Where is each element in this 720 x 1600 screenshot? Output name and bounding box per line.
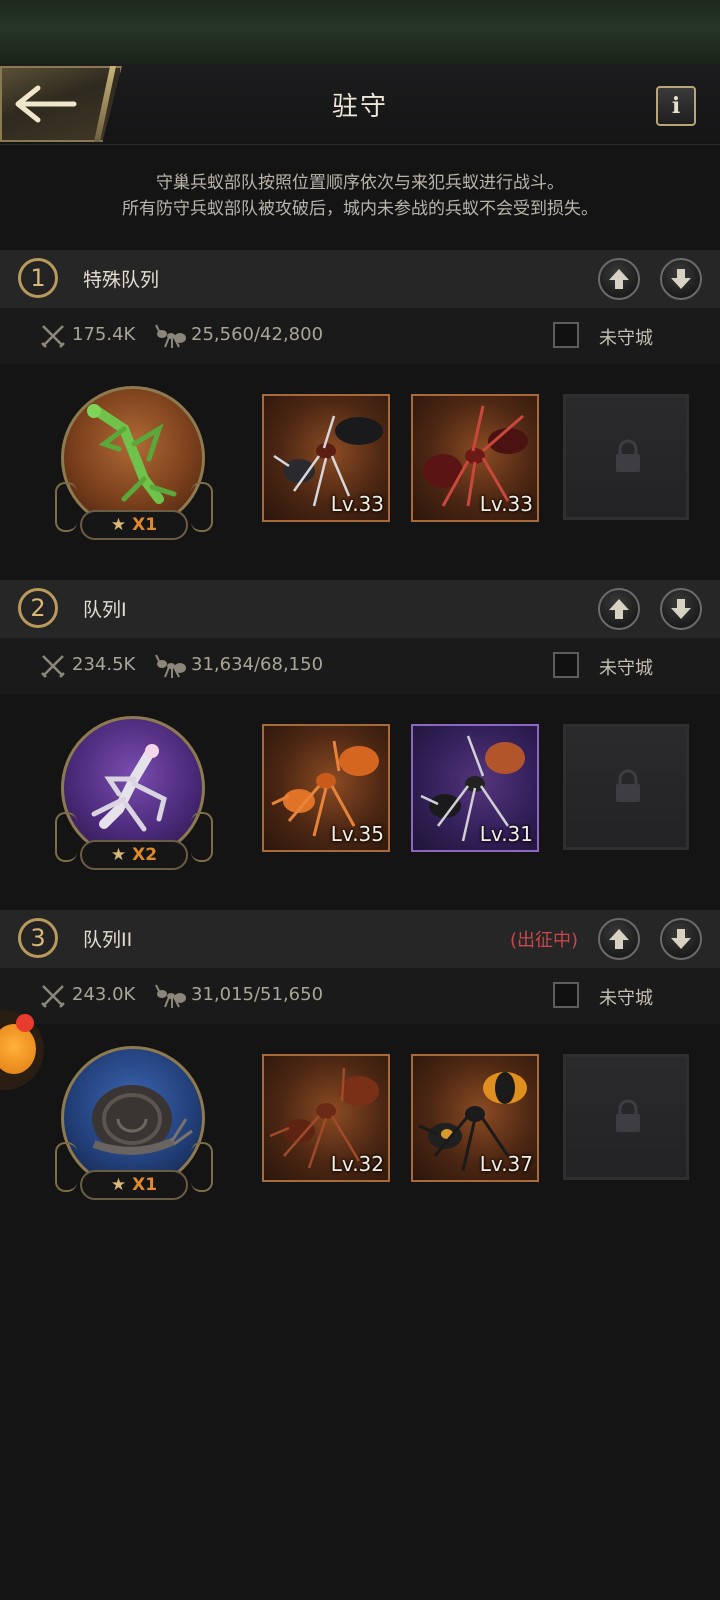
- star-badge: ★ X1: [80, 1170, 188, 1200]
- arrow-left-icon: [15, 85, 77, 123]
- power-value: 243.0K: [72, 984, 136, 1005]
- pet-avatar-icon: [0, 1024, 36, 1074]
- frame-ornament: [191, 1142, 213, 1192]
- squad-name: 队列I: [83, 599, 127, 621]
- lock-icon: [616, 1099, 640, 1132]
- star-count: X2: [132, 845, 158, 865]
- squad-number: 3: [18, 918, 58, 958]
- unit-card[interactable]: Lv.33: [411, 394, 539, 522]
- arrow-down-icon: [671, 269, 691, 289]
- move-down-button[interactable]: [660, 258, 702, 300]
- garrison-checkbox[interactable]: [553, 652, 579, 678]
- power-value: 234.5K: [72, 654, 136, 675]
- lock-icon: [616, 439, 640, 472]
- ant-icon: [155, 324, 186, 348]
- snail-icon: [92, 1085, 193, 1155]
- star-count: X1: [132, 515, 158, 535]
- unit-level: Lv.32: [330, 1152, 384, 1176]
- star-badge: ★ X1: [80, 510, 188, 540]
- move-up-button[interactable]: [598, 258, 640, 300]
- description-line: 所有防守兵蚁部队被攻破后，城内未参战的兵蚁不会受到损失。: [122, 199, 598, 219]
- squad-status: (出征中): [509, 930, 578, 951]
- crossed-swords-icon: [41, 325, 65, 348]
- crossed-swords-icon: [41, 655, 65, 678]
- garrison-label: 未守城: [599, 658, 653, 679]
- info-button[interactable]: i: [656, 86, 696, 126]
- garrison-checkbox[interactable]: [553, 322, 579, 348]
- frame-ornament: [55, 812, 77, 862]
- locked-slot[interactable]: [563, 394, 689, 520]
- arrow-down-icon: [671, 929, 691, 949]
- squad-leader-portrait[interactable]: ★ X1: [55, 386, 213, 540]
- squad-header: 3 队列II (出征中): [0, 910, 720, 968]
- frame-ornament: [55, 482, 77, 532]
- squad-header: 1 特殊队列: [0, 250, 720, 308]
- leader-frame: [61, 1046, 205, 1190]
- garrison-label: 未守城: [599, 988, 653, 1009]
- power-value: 175.4K: [72, 324, 136, 345]
- squad-stats: 175.4K 25,560/42,800 未守城: [0, 308, 720, 364]
- description-line: 守巢兵蚁部队按照位置顺序依次与来犯兵蚁进行战斗。: [156, 173, 564, 193]
- move-down-button[interactable]: [660, 918, 702, 960]
- move-up-button[interactable]: [598, 588, 640, 630]
- leader-frame: [61, 716, 205, 860]
- frame-ornament: [191, 812, 213, 862]
- troop-value: 31,015/51,650: [191, 984, 324, 1005]
- locked-slot[interactable]: [563, 1054, 689, 1180]
- page-title: 驻守: [331, 92, 388, 122]
- description: 守巢兵蚁部队按照位置顺序依次与来犯兵蚁进行战斗。 所有防守兵蚁部队被攻破后，城内…: [0, 170, 720, 222]
- unit-level: Lv.33: [330, 492, 384, 516]
- troop-value: 25,560/42,800: [191, 324, 324, 345]
- locked-slot[interactable]: [563, 724, 689, 850]
- unit-card[interactable]: Lv.37: [411, 1054, 539, 1182]
- game-scene-strip: [0, 0, 720, 64]
- squad-number: 2: [18, 588, 58, 628]
- troop-value: 31,634/68,150: [191, 654, 324, 675]
- frame-ornament: [55, 1142, 77, 1192]
- squad-stats: 234.5K 31,634/68,150 未守城: [0, 638, 720, 694]
- unit-card[interactable]: Lv.31: [411, 724, 539, 852]
- arrow-up-icon: [609, 929, 629, 949]
- ant-icon: [155, 654, 186, 678]
- frame-ornament: [191, 482, 213, 532]
- squad-number: 1: [18, 258, 58, 298]
- notification-dot: [16, 1014, 34, 1032]
- squad-stats: 243.0K 31,015/51,650 未守城: [0, 968, 720, 1024]
- orchid-mantis-icon: [91, 744, 167, 832]
- star-badge: ★ X2: [80, 840, 188, 870]
- star-icon: ★: [110, 845, 127, 865]
- unit-level: Lv.37: [479, 1152, 533, 1176]
- arrow-up-icon: [609, 269, 629, 289]
- garrison-label: 未守城: [599, 328, 653, 349]
- green-mantis-icon: [87, 404, 177, 504]
- unit-card[interactable]: Lv.35: [262, 724, 390, 852]
- unit-level: Lv.33: [479, 492, 533, 516]
- star-icon: ★: [110, 1175, 127, 1195]
- ant-icon: [155, 984, 186, 1008]
- move-up-button[interactable]: [598, 918, 640, 960]
- move-down-button[interactable]: [660, 588, 702, 630]
- crossed-swords-icon: [41, 985, 65, 1008]
- star-count: X1: [132, 1175, 158, 1195]
- unit-level: Lv.35: [330, 822, 384, 846]
- garrison-checkbox[interactable]: [553, 982, 579, 1008]
- squad-header: 2 队列I: [0, 580, 720, 638]
- squad-leader-portrait[interactable]: ★ X1: [55, 1046, 213, 1200]
- back-button[interactable]: [0, 66, 122, 142]
- arrow-down-icon: [671, 599, 691, 619]
- squad-name: 队列II: [83, 929, 133, 951]
- lock-icon: [616, 769, 640, 802]
- arrow-up-icon: [609, 599, 629, 619]
- squad-name: 特殊队列: [83, 269, 160, 291]
- unit-card[interactable]: Lv.32: [262, 1054, 390, 1182]
- squad-leader-portrait[interactable]: ★ X2: [55, 716, 213, 870]
- star-icon: ★: [110, 515, 127, 535]
- unit-level: Lv.31: [479, 822, 533, 846]
- leader-frame: [61, 386, 205, 530]
- unit-card[interactable]: Lv.33: [262, 394, 390, 522]
